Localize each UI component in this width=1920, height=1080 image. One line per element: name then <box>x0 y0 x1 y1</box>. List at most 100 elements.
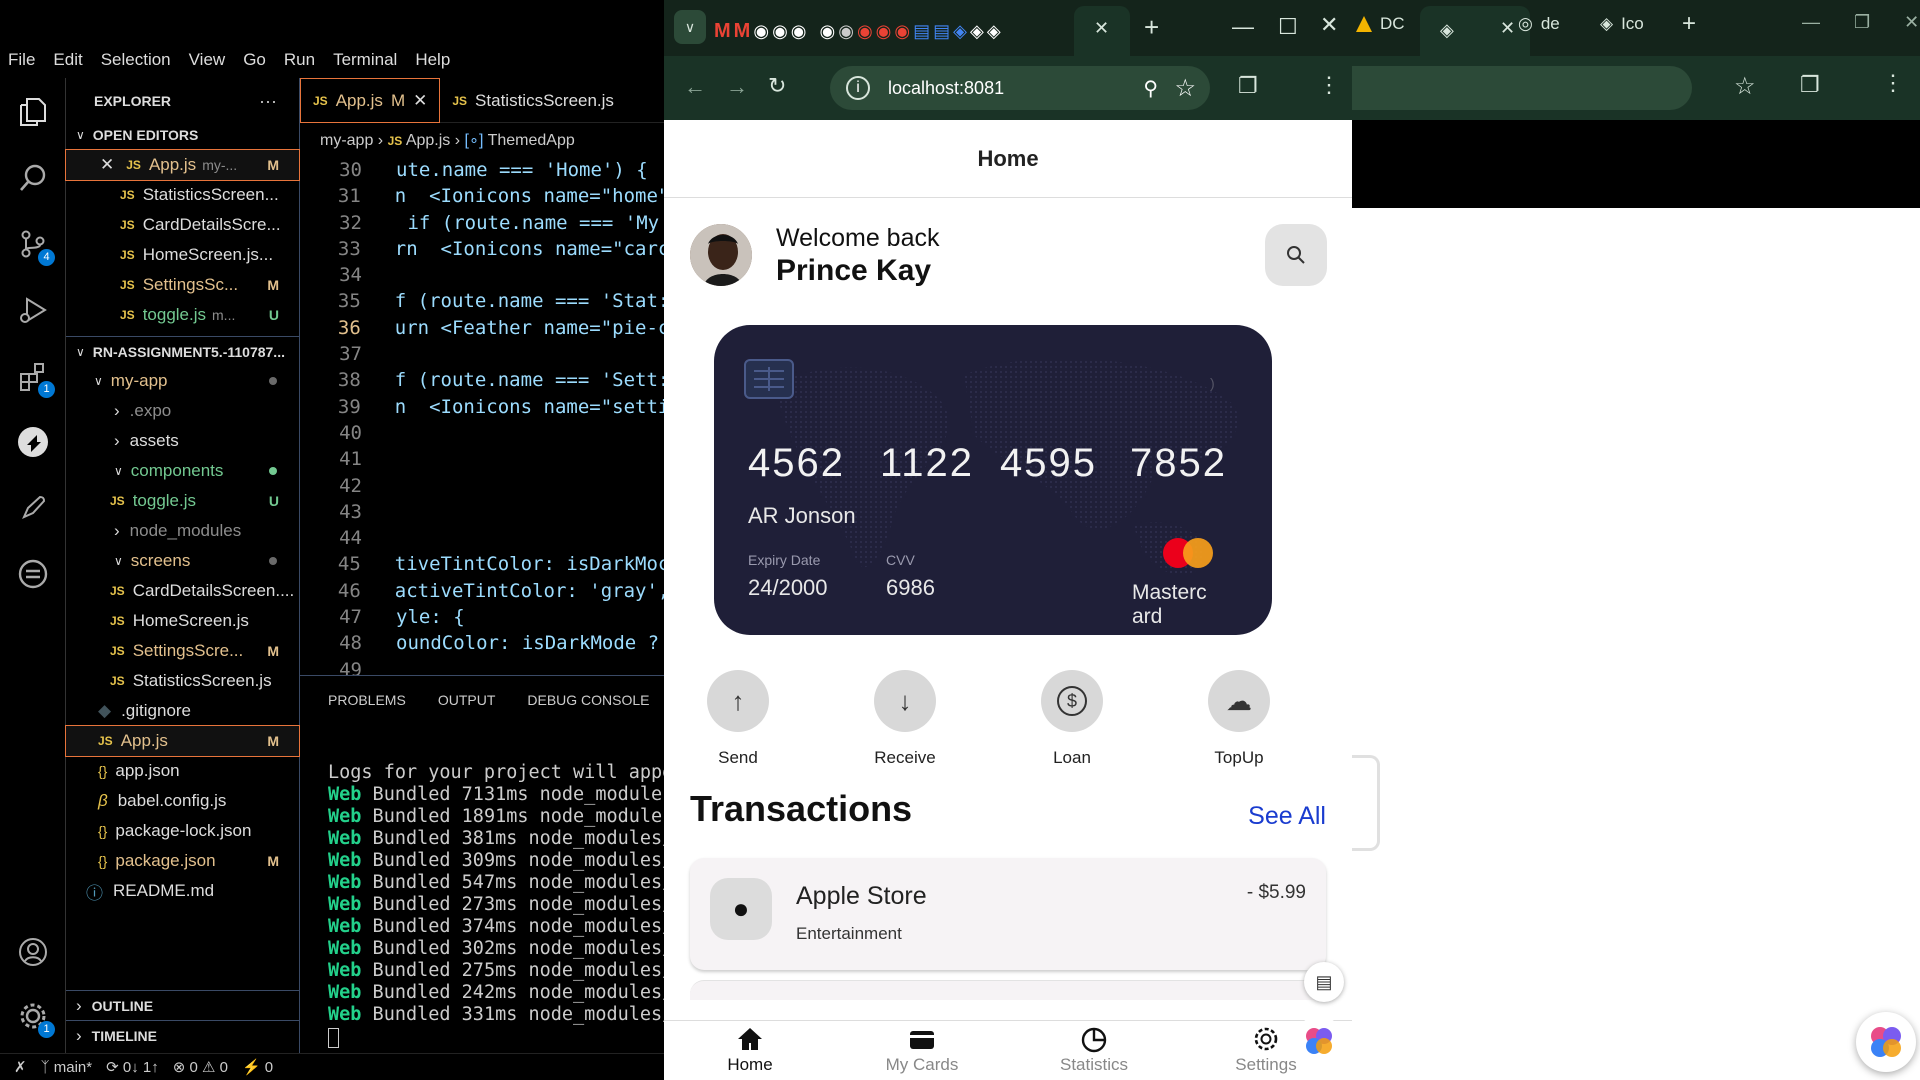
zoom-icon[interactable]: ⚲ <box>1143 76 1158 101</box>
tab-app-js[interactable]: JS App.js M ✕ <box>300 78 441 123</box>
breadcrumb-item[interactable]: App.js <box>406 132 450 149</box>
menu-item[interactable]: Terminal <box>333 50 397 70</box>
gmail-icon[interactable]: M <box>714 20 731 43</box>
forward-icon[interactable]: → <box>726 74 748 100</box>
youtube-icon[interactable]: ◉ <box>876 21 892 42</box>
tab-home[interactable]: Home <box>664 1021 836 1080</box>
file-home-screen[interactable]: JS HomeScreen.js <box>66 606 299 636</box>
file-toggle[interactable]: JS toggle.js U <box>66 486 299 516</box>
bg-tab-label[interactable]: de <box>1541 14 1560 34</box>
tab-search-icon[interactable]: ∨ <box>674 10 706 44</box>
close-icon[interactable]: ✕ <box>1500 18 1515 39</box>
menu-item[interactable]: Edit <box>53 50 82 70</box>
more-actions-icon[interactable]: ··· <box>259 91 277 112</box>
menu-item[interactable]: View <box>189 50 226 70</box>
see-all-link[interactable]: See All <box>1248 802 1326 831</box>
panel-tab[interactable]: PROBLEMS <box>328 692 406 708</box>
folder-expo[interactable]: › .expo <box>66 396 299 426</box>
close-icon[interactable]: ✕ <box>1094 18 1109 39</box>
explorer-icon[interactable] <box>13 92 53 132</box>
close-window-icon[interactable]: ✕ <box>1320 12 1338 38</box>
file-package-json[interactable]: {} package.json M <box>66 846 299 876</box>
breadcrumb-item[interactable]: ThemedApp <box>488 132 575 149</box>
open-editor-item[interactable]: JS SettingsSc... M <box>66 270 299 300</box>
ai-assistant-icon[interactable] <box>1856 1012 1916 1072</box>
project-header[interactable]: ∨ RN-ASSIGNMENT5.-110787... <box>66 336 299 366</box>
back-icon[interactable]: ← <box>684 74 706 100</box>
open-editor-item[interactable]: JS toggle.js m... U <box>66 300 299 330</box>
bg-tab-label[interactable]: Ico <box>1621 14 1644 34</box>
gmail-icon[interactable]: M <box>734 20 751 43</box>
new-tab-icon[interactable]: + <box>1682 10 1696 38</box>
maximize-icon[interactable]: ☐ <box>1278 14 1298 40</box>
file-package-lock[interactable]: {} package-lock.json <box>66 816 299 846</box>
live-share-icon[interactable] <box>13 422 53 462</box>
receive-action[interactable]: ↓ Receive <box>865 670 945 768</box>
menu-item[interactable]: File <box>8 50 35 70</box>
folder-assets[interactable]: › assets <box>66 426 299 456</box>
address-bar[interactable]: i localhost:8081 ⚲ ☆ <box>830 66 1210 110</box>
run-debug-icon[interactable] <box>13 290 53 330</box>
file-card-details[interactable]: JS CardDetailsScreen.... <box>66 576 299 606</box>
transaction-item-partial[interactable] <box>690 980 1326 1000</box>
problems-status[interactable]: ⊗ 0 ⚠ 0 <box>173 1058 228 1076</box>
kebab-menu-icon[interactable]: ⋮ <box>1882 70 1904 96</box>
remote-explorer-icon[interactable] <box>13 554 53 594</box>
minimize-icon[interactable]: — <box>1802 12 1820 33</box>
branch-status[interactable]: ᛉ main* <box>41 1059 93 1076</box>
open-editor-item[interactable]: JS CardDetailsScre... <box>66 210 299 240</box>
docs-icon[interactable]: ▤ <box>913 21 930 42</box>
tab-favicon-icon[interactable]: ◉ <box>753 21 769 42</box>
tab-statistics-screen[interactable]: JS StatisticsScreen.js <box>440 78 626 123</box>
kebab-menu-icon[interactable]: ⋮ <box>1318 72 1340 98</box>
youtube-icon[interactable]: ◉ <box>894 21 910 42</box>
transaction-item[interactable]: ● Apple Store Entertainment - $5.99 <box>690 858 1326 970</box>
docs-icon[interactable]: ▤ <box>933 21 950 42</box>
ports-status[interactable]: ⚡ 0 <box>242 1058 273 1076</box>
open-editors-header[interactable]: ∨ OPEN EDITORS <box>66 120 299 150</box>
reload-icon[interactable]: ↻ <box>768 73 786 99</box>
restore-icon[interactable]: ❐ <box>1854 12 1870 33</box>
minimize-icon[interactable]: — <box>1232 14 1254 40</box>
youtube-icon[interactable]: ◉ <box>857 21 873 42</box>
panel-tab[interactable]: OUTPUT <box>438 692 496 708</box>
file-app-js[interactable]: JS App.js M <box>65 725 300 757</box>
extensions-icon[interactable]: 1 <box>13 356 55 398</box>
menu-item[interactable]: Selection <box>101 50 171 70</box>
tab-statistics[interactable]: Statistics <box>1008 1021 1180 1080</box>
bg-omnibox[interactable] <box>1352 66 1692 110</box>
open-editor-item[interactable]: JS HomeScreen.js... <box>66 240 299 270</box>
topup-action[interactable]: ☁ TopUp <box>1199 670 1279 768</box>
file-app-json[interactable]: {} app.json <box>66 756 299 786</box>
bg-tab-label[interactable]: DC <box>1380 14 1405 34</box>
ai-assistant-icon[interactable] <box>1294 1016 1344 1066</box>
account-icon[interactable] <box>13 932 53 972</box>
sync-status[interactable]: ⟳ 0↓ 1↑ <box>106 1058 159 1076</box>
tab-favicon-icon[interactable]: ◉ <box>820 21 836 42</box>
menu-item[interactable]: Run <box>284 50 315 70</box>
tab-favicon-icon[interactable]: ◈ <box>970 21 984 42</box>
panel-tab[interactable]: DEBUG CONSOLE <box>527 692 649 708</box>
outline-header[interactable]: › OUTLINE <box>66 990 299 1020</box>
bookmark-star-icon[interactable]: ☆ <box>1734 72 1756 101</box>
file-settings-screen[interactable]: JS SettingsScre... M <box>66 636 299 666</box>
search-button[interactable] <box>1265 224 1327 286</box>
folder-my-app[interactable]: ∨ my-app <box>66 366 299 396</box>
close-icon[interactable]: ✕ <box>413 91 427 111</box>
site-info-icon[interactable]: i <box>846 76 870 100</box>
tab-my-cards[interactable]: My Cards <box>836 1021 1008 1080</box>
search-icon[interactable] <box>13 158 53 198</box>
extensions-puzzle-icon[interactable]: ❐ <box>1800 72 1820 98</box>
loan-action[interactable]: $ Loan <box>1032 670 1112 768</box>
bookmark-star-icon[interactable]: ☆ <box>1174 74 1196 103</box>
file-statistics-screen[interactable]: JS StatisticsScreen.js <box>66 666 299 696</box>
bg-active-tab[interactable]: ◈ ✕ <box>1420 6 1530 56</box>
file-readme[interactable]: ⓘ README.md <box>66 876 299 906</box>
source-control-icon[interactable]: 4 <box>13 224 55 266</box>
rocket-icon[interactable] <box>13 488 53 528</box>
send-action[interactable]: ↑ Send <box>698 670 778 768</box>
tab-favicon-icon[interactable]: ◉ <box>838 21 854 42</box>
menu-item[interactable]: Help <box>415 50 450 70</box>
reader-mode-icon[interactable]: ▤ <box>1304 962 1344 1002</box>
tab-favicon-icon[interactable]: ◉ <box>791 21 807 42</box>
